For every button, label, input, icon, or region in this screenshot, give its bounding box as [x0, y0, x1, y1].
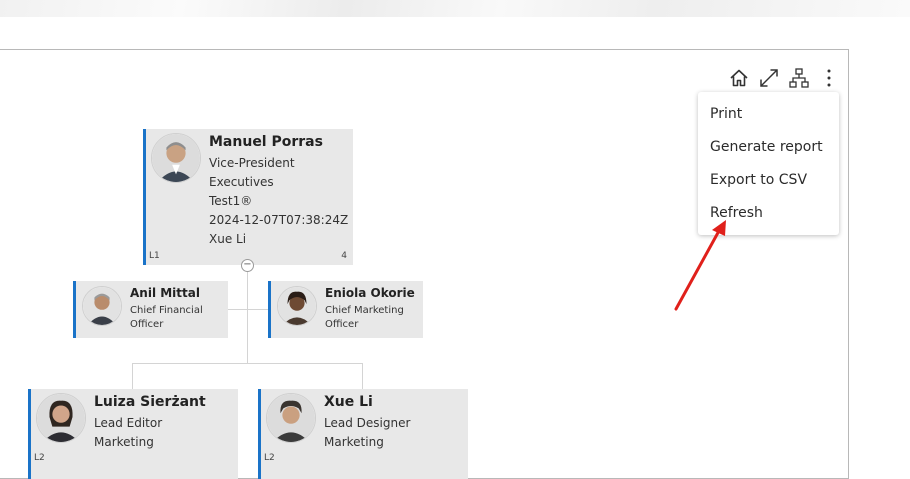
node-level: L2 [264, 453, 275, 463]
connector-line [247, 265, 248, 363]
org-node-child[interactable]: Xue Li Lead Designer Marketing L2 [258, 389, 468, 479]
collapse-icon[interactable]: − [241, 259, 254, 272]
connector-line [132, 363, 363, 364]
node-title: Chief Financial [130, 305, 203, 316]
node-field: Test1® [209, 194, 253, 208]
node-title: Vice-President [209, 156, 295, 170]
node-title: Lead Designer [324, 416, 411, 430]
node-department: Executives [209, 175, 274, 189]
hierarchy-icon[interactable] [788, 67, 810, 89]
expand-icon[interactable] [758, 67, 780, 89]
node-title: Officer [325, 319, 359, 330]
home-icon[interactable] [728, 67, 750, 89]
node-department: Marketing [94, 435, 154, 449]
node-field: Xue Li [209, 232, 247, 246]
connector-line [362, 363, 363, 389]
node-name: Anil Mittal [130, 286, 200, 300]
node-name: Eniola Okorie [325, 286, 415, 300]
connector-line [132, 363, 133, 389]
node-title: Lead Editor [94, 416, 163, 430]
node-title: Officer [130, 319, 164, 330]
avatar [277, 286, 317, 326]
avatar [266, 393, 316, 443]
connector-line [228, 309, 268, 310]
node-name: Manuel Porras [209, 134, 323, 150]
menu-item-generate-report[interactable]: Generate report [710, 139, 823, 155]
more-vertical-icon[interactable] [818, 67, 840, 89]
avatar [151, 133, 201, 183]
node-level: L2 [34, 453, 45, 463]
org-node-child[interactable]: Luiza Sierżant Lead Editor Marketing L2 [28, 389, 238, 479]
node-count: 4 [341, 251, 347, 261]
node-name: Xue Li [324, 394, 373, 410]
node-title: Chief Marketing [325, 305, 404, 316]
node-timestamp: 2024-12-07T07:38:24Z [209, 213, 349, 227]
org-node-assistant[interactable]: Anil Mittal Chief Financial Officer [73, 281, 228, 338]
avatar [82, 286, 122, 326]
menu-item-print[interactable]: Print [710, 106, 742, 122]
top-banner [0, 0, 910, 17]
node-name: Luiza Sierżant [94, 394, 206, 410]
avatar [36, 393, 86, 443]
node-department: Marketing [324, 435, 384, 449]
menu-item-export-csv[interactable]: Export to CSV [710, 172, 807, 188]
org-node-assistant[interactable]: Eniola Okorie Chief Marketing Officer [268, 281, 423, 338]
node-level: L1 [149, 251, 160, 261]
org-node-root[interactable]: Manuel Porras Vice-President Executives … [143, 129, 353, 265]
annotation-arrow-icon [668, 212, 738, 321]
